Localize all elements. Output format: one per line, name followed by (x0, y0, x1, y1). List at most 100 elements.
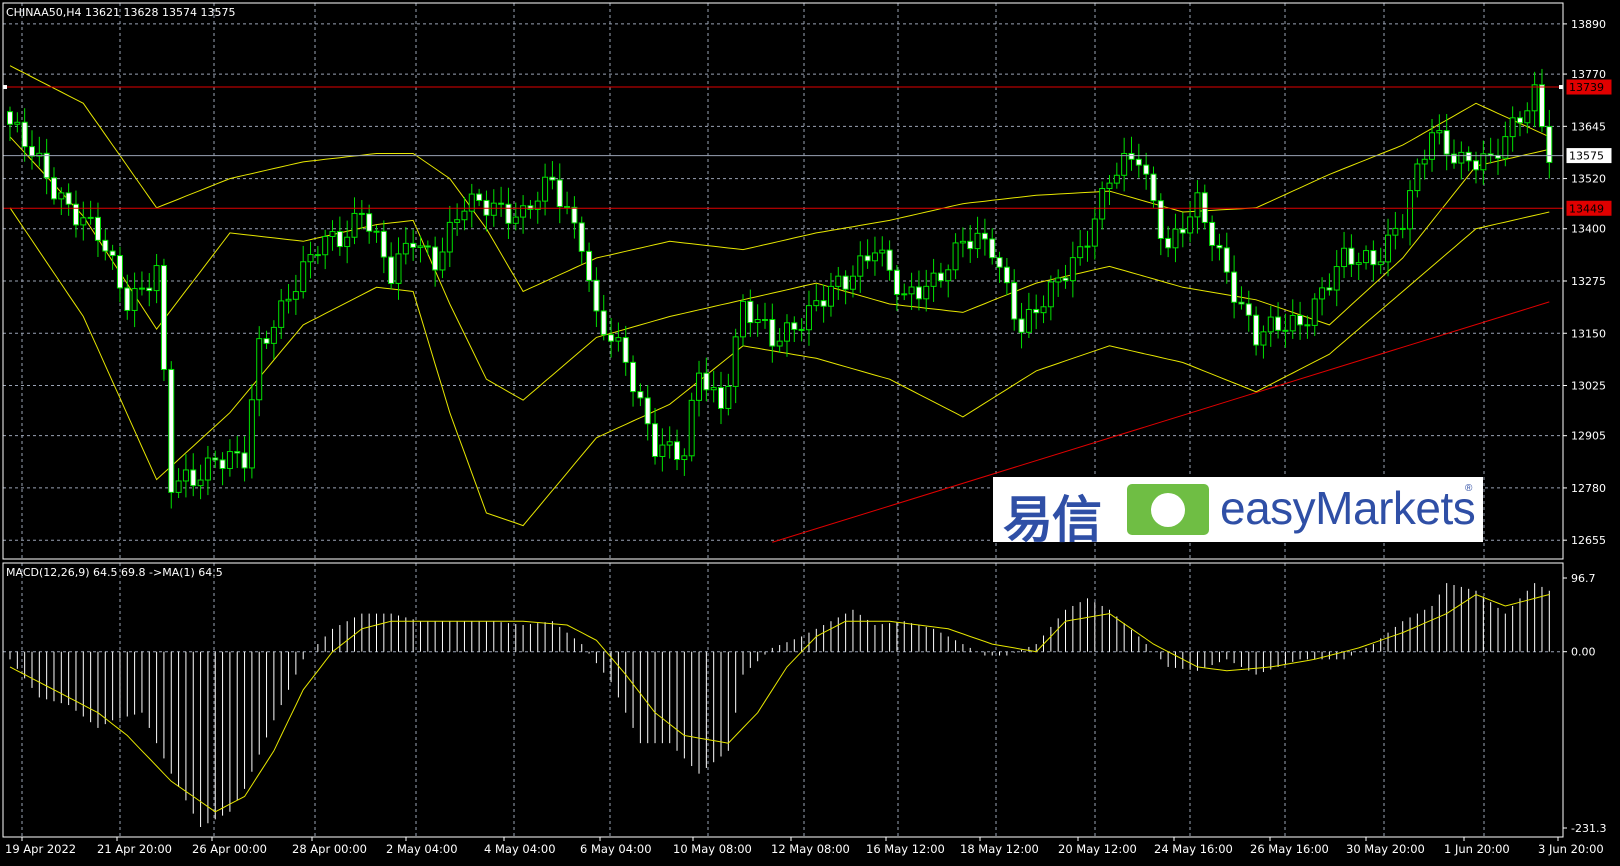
candle-body (285, 298, 292, 302)
candle-body (761, 319, 768, 322)
candle-body (549, 176, 556, 181)
candle-body (688, 399, 695, 457)
candle-body (417, 245, 424, 248)
logo-badge-icon (1127, 484, 1209, 535)
candle-body (1407, 190, 1414, 230)
candle-body (87, 216, 94, 219)
candle-body (1458, 151, 1465, 164)
candle-body (1275, 316, 1282, 331)
candle-body (1260, 331, 1267, 346)
candle-body (556, 179, 563, 208)
candle-body (630, 361, 637, 393)
candle-body (1399, 227, 1406, 230)
candle-body (1516, 117, 1523, 124)
candle-body (930, 272, 937, 287)
time-axis-label: 10 May 08:00 (673, 842, 752, 856)
candle-body (1172, 228, 1179, 249)
macd-axis-label: 0.00 (1571, 646, 1596, 659)
macd-axis-label: 96.7 (1571, 572, 1596, 585)
candle-body (490, 202, 497, 216)
candle-body (1531, 84, 1538, 112)
candle-body (915, 286, 922, 300)
candle-body (703, 372, 710, 391)
candle-body (402, 242, 409, 255)
candle-body (461, 210, 468, 221)
time-axis-label: 30 May 20:00 (1346, 842, 1425, 856)
candle-body (1179, 228, 1186, 234)
candle-body (1502, 136, 1509, 159)
easymarkets-logo: 易信 easyMarkets ® (993, 477, 1483, 549)
macd-header: MACD(12,26,9) 64.5 69.8 ->MA(1) 64.5 (6, 566, 223, 579)
candle-body (1377, 261, 1384, 266)
candle-body (1465, 151, 1472, 162)
candle-body (864, 255, 871, 262)
time-axis-label: 18 May 12:00 (960, 842, 1039, 856)
candle-body (138, 287, 145, 290)
candle-body (190, 469, 197, 487)
candle-body (1033, 308, 1040, 314)
candle-body (241, 452, 248, 469)
candle-body (358, 212, 365, 215)
candle-body (710, 387, 717, 391)
candle-body (1524, 110, 1531, 124)
logo-name-text: easyMarkets (1220, 482, 1476, 534)
candle-body (424, 245, 431, 248)
candle-body (380, 230, 387, 258)
candle-body (600, 310, 607, 336)
candle-body (666, 441, 673, 446)
candle-body (102, 239, 109, 252)
candle-body (124, 287, 131, 311)
candle-body (498, 202, 505, 205)
candle-body (1055, 277, 1062, 283)
logo-cn-text: 易信 (1003, 491, 1102, 549)
candle-body (578, 222, 585, 252)
candle-body (593, 279, 600, 312)
candle-body (769, 319, 776, 347)
price-axis-label: 13400 (1571, 223, 1606, 236)
candle-body (512, 216, 519, 224)
candle-body (373, 230, 380, 233)
chart-svg: 13890 13770 13645 13520 13400 13275 13150 13025… (2, 2, 1612, 856)
candle-body (945, 269, 952, 282)
time-axis-label: 20 May 12:00 (1058, 842, 1137, 856)
candle-body (1099, 188, 1106, 220)
candle-body (344, 236, 351, 248)
macd-axis-label: -231.3 (1571, 822, 1606, 835)
candle-body (1187, 216, 1194, 234)
candle-body (160, 265, 167, 370)
price-axis-label: 12780 (1571, 482, 1606, 495)
candle-body (886, 249, 893, 271)
time-axis-label: 26 May 16:00 (1250, 842, 1329, 856)
candle-body (1480, 153, 1487, 171)
candle-body (820, 300, 827, 307)
candle-body (329, 231, 336, 237)
candle-body (1091, 218, 1098, 247)
candle-body (1538, 84, 1545, 128)
candle-body (168, 368, 175, 493)
price-axis-label: 13275 (1571, 275, 1606, 288)
candle-body (1326, 287, 1333, 291)
candle-body (270, 326, 277, 344)
candle-body (446, 221, 453, 253)
candle-body (989, 238, 996, 259)
time-axis-label: 16 May 12:00 (866, 842, 945, 856)
candle-body (204, 457, 211, 481)
candle-body (1018, 318, 1025, 333)
time-axis-label: 28 Apr 00:00 (292, 842, 367, 856)
candle-body (1245, 303, 1252, 316)
candle-body (248, 399, 255, 469)
candle-body (967, 240, 974, 250)
candle-body (981, 232, 988, 240)
candle-body (959, 240, 966, 244)
candle-body (615, 337, 622, 342)
candle-body (1333, 266, 1340, 291)
candle-body (674, 441, 681, 461)
candle-body (923, 285, 930, 300)
chart-root: 13890 13770 13645 13520 13400 13275 13150 13025… (0, 0, 1620, 862)
candle-body (116, 255, 123, 289)
candle-body (805, 305, 812, 331)
candle-body (234, 451, 241, 454)
candle-body (1267, 316, 1274, 333)
time-axis-label: 26 Apr 00:00 (192, 842, 267, 856)
candle-body (1011, 282, 1018, 320)
